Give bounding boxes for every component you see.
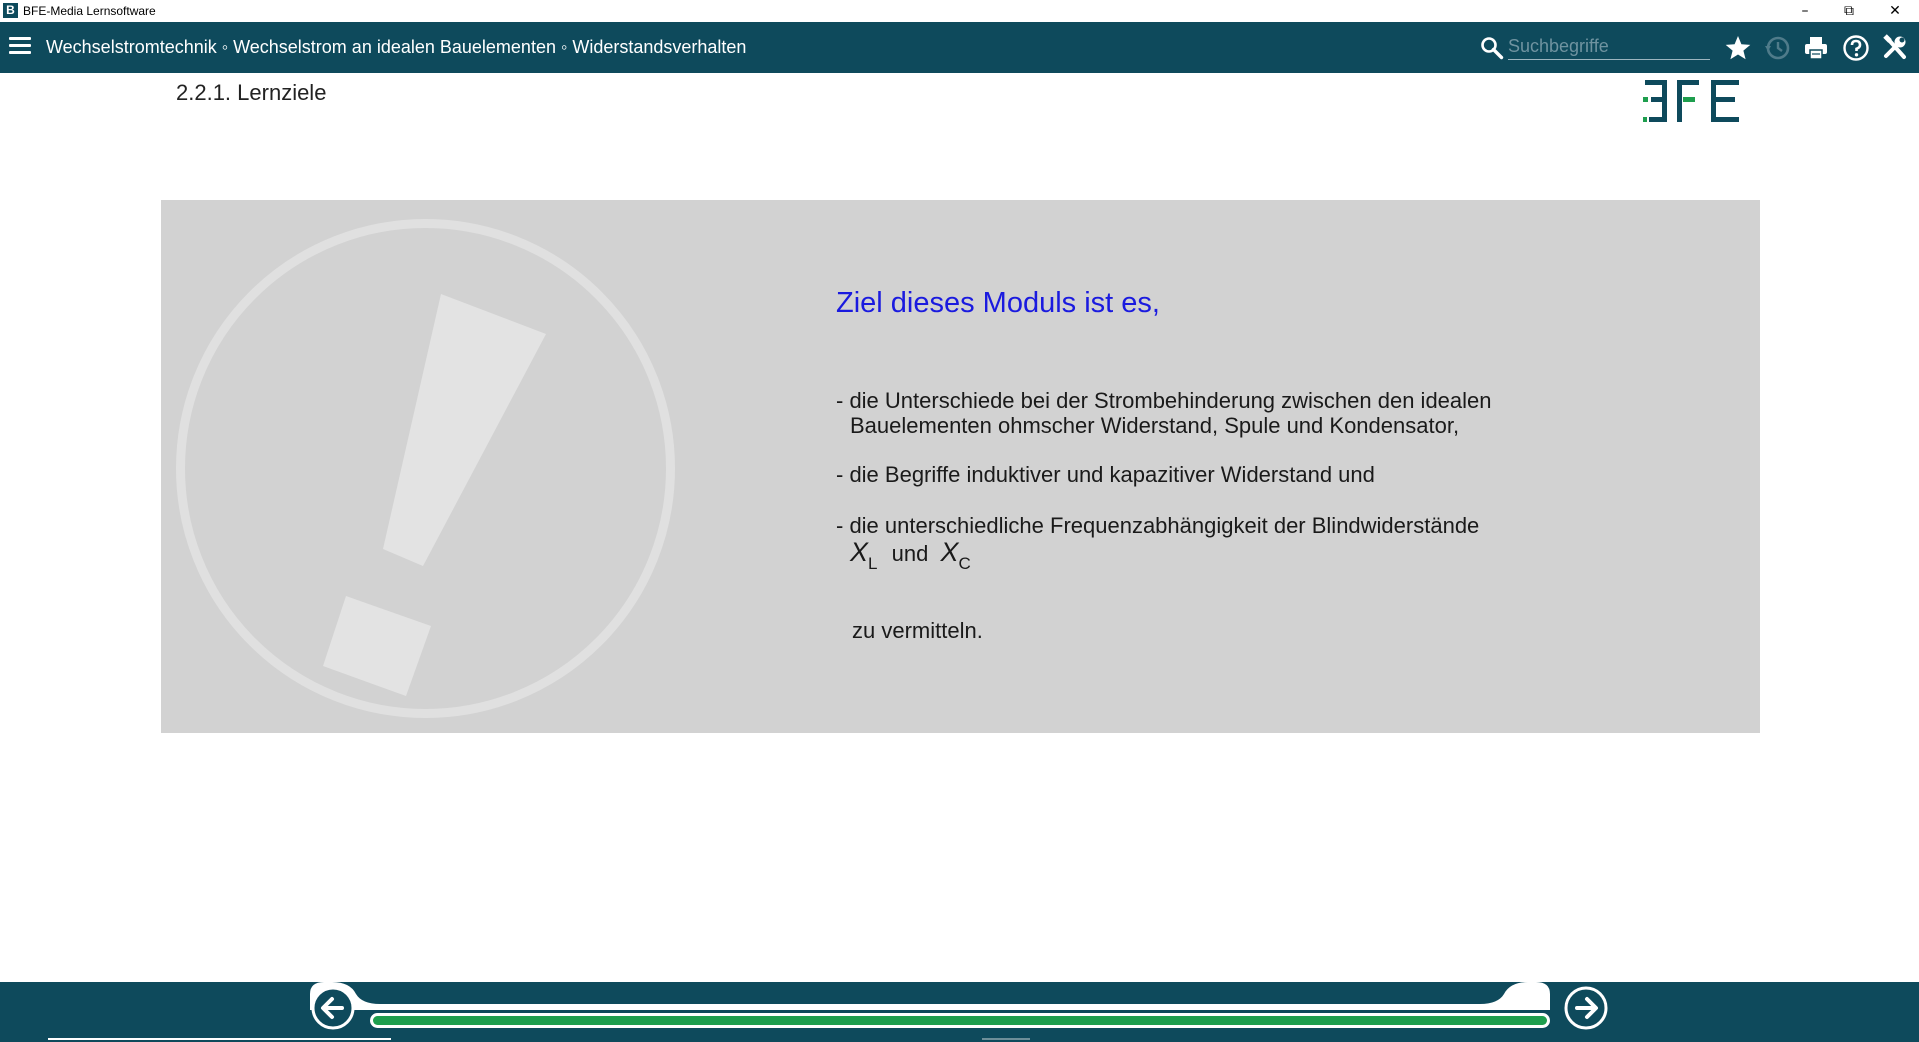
app-toolbar: Wechselstromtechnik ◦ Wechselstrom an id…	[0, 22, 1919, 73]
closing-text: zu vermitteln.	[852, 618, 983, 643]
close-button[interactable]: ✕	[1872, 0, 1918, 22]
minimize-button[interactable]: –	[1782, 0, 1828, 22]
breadcrumb: Wechselstromtechnik ◦ Wechselstrom an id…	[46, 37, 747, 57]
app-icon: B	[3, 3, 18, 18]
search-input[interactable]	[1508, 34, 1710, 60]
app-window: B BFE-Media Lernsoftware – ⧉ ✕ Wechselst…	[0, 0, 1919, 1042]
goal-1-line-2: Bauelementen ohmscher Widerstand, Spule …	[850, 413, 1460, 438]
search-icon[interactable]	[1480, 36, 1504, 60]
history-icon[interactable]	[1763, 34, 1791, 62]
goal-3-line-1: - die unterschiedliche Frequenzabhängigk…	[836, 513, 1480, 538]
chapter-indicator	[48, 1038, 391, 1040]
und-text: und	[891, 541, 929, 566]
symbol-x-c: X	[940, 537, 959, 567]
learning-goals-panel: Ziel dieses Moduls ist es, - die Untersc…	[161, 200, 1760, 733]
menu-icon[interactable]	[9, 37, 31, 55]
progress-fill	[373, 1016, 1547, 1025]
symbol-x-l: X	[850, 537, 869, 567]
restore-button[interactable]: ⧉	[1826, 0, 1872, 22]
title-bar: B BFE-Media Lernsoftware – ⧉ ✕	[0, 0, 1919, 22]
exclamation-watermark-icon	[176, 219, 675, 718]
star-icon[interactable]	[1724, 34, 1752, 62]
page-indicator	[982, 1038, 1030, 1040]
next-page-button[interactable]	[1563, 985, 1609, 1031]
goal-2: - die Begriffe induktiver und kapazitive…	[836, 462, 1375, 487]
page-title: 2.2.1. Lernziele	[176, 80, 327, 105]
goal-3-formula: XL und XC	[850, 537, 971, 573]
previous-page-button[interactable]	[310, 985, 356, 1031]
bfe-logo	[1643, 80, 1739, 122]
window-title: BFE-Media Lernsoftware	[23, 4, 156, 18]
nav-bar-frame	[310, 982, 1550, 1010]
subscript-c: C	[958, 554, 971, 573]
print-icon[interactable]	[1802, 34, 1830, 62]
help-icon[interactable]	[1842, 34, 1870, 62]
goal-1-line-1: - die Unterschiede bei der Strombehinder…	[836, 388, 1492, 413]
progress-bar[interactable]	[370, 1013, 1550, 1028]
subscript-l: L	[868, 554, 878, 573]
tools-icon[interactable]	[1882, 34, 1910, 62]
goals-heading: Ziel dieses Moduls ist es,	[836, 287, 1160, 319]
